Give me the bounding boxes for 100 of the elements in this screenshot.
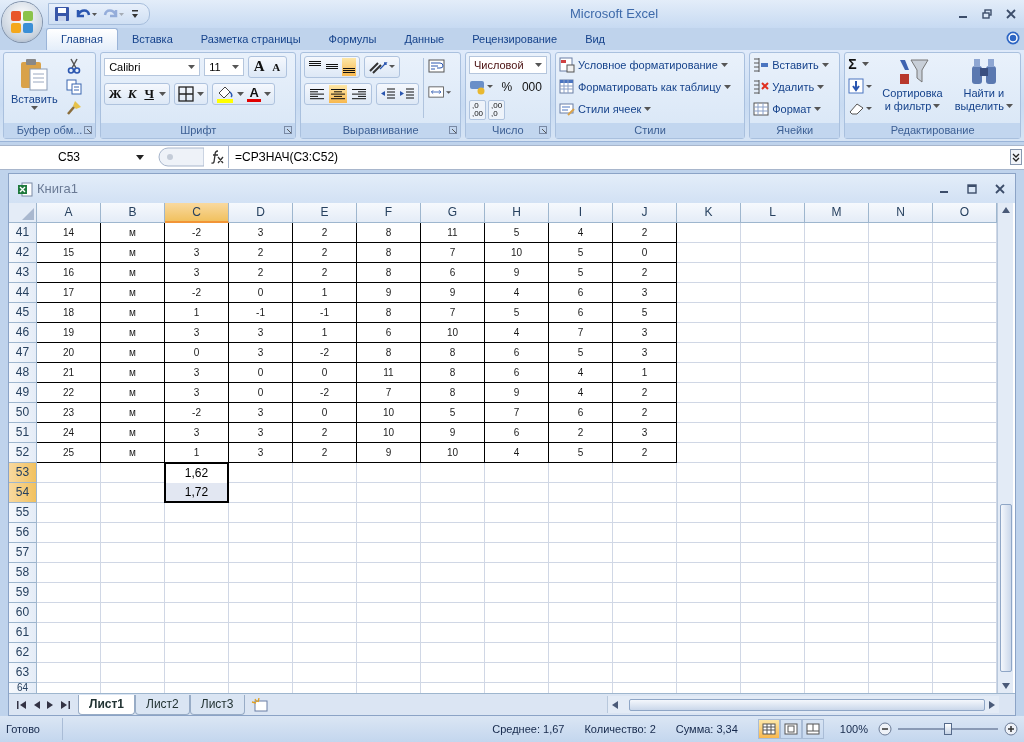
caret-icon[interactable] <box>720 62 728 67</box>
caret-icon[interactable] <box>237 91 245 96</box>
merge-center-icon[interactable] <box>428 83 453 100</box>
left-arrow-icon[interactable] <box>612 700 618 709</box>
caret-icon[interactable] <box>821 62 829 67</box>
caret-icon[interactable] <box>159 91 167 96</box>
column-header[interactable]: E <box>293 203 357 224</box>
column-header[interactable]: C <box>165 203 229 224</box>
down-arrow-icon[interactable] <box>1001 683 1010 690</box>
horizontal-scrollbar[interactable] <box>607 696 999 714</box>
column-header[interactable]: N <box>869 203 933 224</box>
ribbon-tab[interactable]: Главная <box>46 27 118 50</box>
row-header[interactable]: 44 <box>9 283 37 304</box>
row-header[interactable]: 42 <box>9 243 37 264</box>
percent-button[interactable]: % <box>496 79 517 94</box>
view-button[interactable] <box>779 719 802 740</box>
dialog-launcher-icon[interactable] <box>284 125 293 134</box>
name-box[interactable]: C53 <box>0 150 150 165</box>
column-header[interactable]: A <box>37 203 101 224</box>
last-sheet-icon[interactable] <box>61 700 70 709</box>
increase-indent-icon[interactable] <box>399 86 416 101</box>
next-sheet-icon[interactable] <box>47 700 54 709</box>
caret-icon[interactable] <box>534 62 542 67</box>
ribbon-tab[interactable]: Вставка <box>117 28 187 50</box>
ribbon-command[interactable]: Условное форматирование <box>558 55 742 74</box>
column-header[interactable]: M <box>805 203 869 224</box>
row-header[interactable]: 46 <box>9 323 37 344</box>
row-header[interactable]: 62 <box>9 643 37 664</box>
row-header[interactable]: 43 <box>9 263 37 284</box>
customize-caret-icon[interactable] <box>131 8 139 19</box>
ribbon-command[interactable]: Стили ячеек <box>558 99 742 118</box>
vertical-align-button[interactable] <box>342 57 357 76</box>
ribbon-command[interactable]: Удалить <box>753 77 837 96</box>
dialog-launcher-icon[interactable] <box>538 125 547 134</box>
row-header[interactable]: 53 <box>9 463 37 484</box>
horizontal-align-button[interactable] <box>329 84 348 103</box>
caret-icon[interactable] <box>264 91 272 96</box>
caret-icon[interactable] <box>724 84 732 89</box>
font-name-field[interactable]: Calibri <box>104 57 201 76</box>
row-header[interactable]: 58 <box>9 563 37 584</box>
caret-icon[interactable] <box>644 106 652 111</box>
increase-decimal-button[interactable]: ,0 ,00 <box>468 99 487 120</box>
autosum-button[interactable]: Σ <box>848 55 875 72</box>
caret-icon[interactable] <box>136 155 144 160</box>
paste-button[interactable]: Вставить <box>7 55 62 120</box>
column-header[interactable]: B <box>101 203 165 224</box>
caret-icon[interactable] <box>197 91 205 96</box>
close-icon[interactable] <box>1006 8 1016 19</box>
font-color-button[interactable]: A <box>247 85 262 102</box>
row-header[interactable]: 60 <box>9 603 37 624</box>
caret-icon[interactable] <box>814 106 822 111</box>
sort-filter-button[interactable]: Сортировка и фильтр <box>878 55 947 120</box>
column-header[interactable]: H <box>485 203 549 224</box>
vertical-scrollbar[interactable] <box>997 203 1013 694</box>
format-painter-icon[interactable] <box>65 99 82 116</box>
ribbon-tab[interactable]: Вид <box>571 28 620 50</box>
currency-icon[interactable] <box>468 78 495 95</box>
decrease-indent-icon[interactable] <box>380 86 397 101</box>
column-header[interactable]: G <box>421 203 485 224</box>
insert-function-icon[interactable] <box>210 150 224 165</box>
caret-icon[interactable] <box>232 64 240 69</box>
column-header[interactable]: J <box>613 203 677 224</box>
ribbon-tab[interactable]: Разметка страницы <box>186 28 315 50</box>
caret-icon[interactable] <box>817 84 825 89</box>
ribbon-command[interactable]: Вставить <box>753 55 837 74</box>
row-header[interactable]: 52 <box>9 443 37 464</box>
column-header[interactable]: O <box>933 203 997 224</box>
first-sheet-icon[interactable] <box>17 700 26 709</box>
column-header[interactable]: F <box>357 203 421 224</box>
right-arrow-icon[interactable] <box>989 700 995 709</box>
expand-icon[interactable] <box>1010 149 1022 166</box>
scroll-thumb[interactable] <box>999 503 1012 673</box>
fill-color-icon[interactable] <box>216 84 235 103</box>
row-header[interactable]: 50 <box>9 403 37 424</box>
column-header[interactable]: D <box>229 203 293 224</box>
dialog-launcher-icon[interactable] <box>84 125 93 134</box>
find-select-button[interactable]: Найти и выделить <box>950 55 1017 120</box>
help-icon[interactable] <box>1006 30 1020 45</box>
ribbon-tab[interactable]: Данные <box>390 28 459 50</box>
caret-icon[interactable] <box>861 61 869 66</box>
zoom-out-icon[interactable] <box>878 722 892 737</box>
number-format-field[interactable]: Числовой <box>468 55 547 74</box>
ribbon-tab[interactable]: Формулы <box>314 28 391 50</box>
caret-icon[interactable] <box>188 64 196 69</box>
row-header[interactable]: 48 <box>9 363 37 384</box>
wrap-text-icon[interactable] <box>428 57 447 74</box>
sheet-tab[interactable]: Лист2 <box>135 694 190 715</box>
ribbon-tab[interactable]: Рецензирование <box>458 28 572 50</box>
sheet-tab[interactable]: Лист3 <box>189 694 245 715</box>
sheet-tab[interactable]: Лист1 <box>78 694 136 715</box>
view-button[interactable] <box>757 719 780 740</box>
formula-field[interactable]: =СРЗНАЧ(C3:C52) <box>229 150 1010 165</box>
view-button[interactable] <box>801 719 824 740</box>
up-arrow-icon[interactable] <box>1001 207 1010 214</box>
row-header[interactable]: 54 <box>9 483 37 504</box>
underline-button[interactable]: Ч <box>142 85 157 102</box>
caret-icon[interactable] <box>30 105 38 110</box>
row-header[interactable]: 49 <box>9 383 37 404</box>
shrink-font-button[interactable]: A <box>269 60 284 73</box>
font-size-field[interactable]: 11 <box>204 57 245 76</box>
